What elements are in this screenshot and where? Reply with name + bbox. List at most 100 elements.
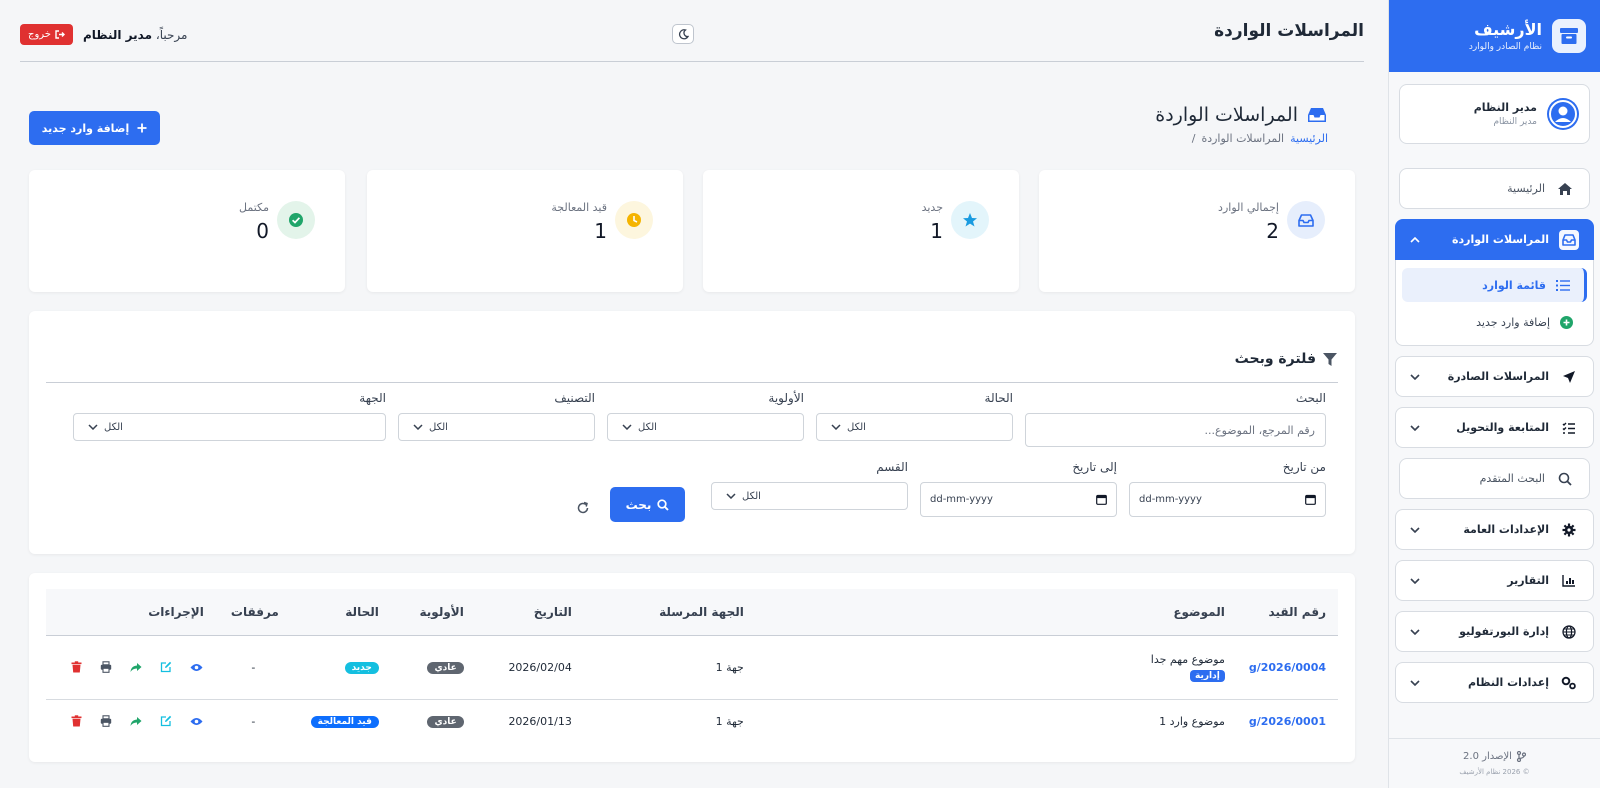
column-header-date[interactable]: التاريخ [475, 589, 584, 636]
department-label: القسم [876, 460, 908, 474]
sidebar-subitem-label: إضافة وارد جديد [1476, 315, 1550, 329]
subject-text: موضوع مهم جدا [1150, 652, 1225, 666]
sidebar-subitem-incoming-list[interactable]: قائمة الوارد [1402, 268, 1587, 302]
sidebar-item-label: البحث المتقدم [1479, 472, 1545, 485]
stat-label: مكتمل [239, 201, 269, 214]
edit-button[interactable] [159, 660, 174, 675]
department-select[interactable]: الكل [711, 482, 908, 510]
category-select[interactable]: الكل [398, 413, 595, 441]
edit-icon [161, 716, 172, 727]
chevron-down-icon [1410, 424, 1420, 431]
category-field: التصنيف الكل [398, 391, 595, 441]
calendar-icon [1096, 494, 1107, 505]
stat-value: 0 [256, 219, 269, 243]
status-select[interactable]: الكل [816, 413, 1013, 441]
sidebar-item-portfolio[interactable]: إدارة البورتفوليو [1395, 611, 1594, 652]
ref-link[interactable]: 2026/0001/g [1249, 715, 1326, 728]
home-icon [1555, 179, 1575, 199]
column-header-priority[interactable]: الأولوية [390, 589, 476, 636]
from-date-input[interactable]: dd-mm-yyyy [1129, 482, 1326, 517]
chevron-down-icon [1410, 526, 1420, 533]
priority-select-value: الكل [638, 421, 657, 433]
sidebar-item-followup[interactable]: المتابعة والتحويل [1395, 407, 1594, 448]
add-incoming-button[interactable]: إضافة وارد جديد [29, 111, 160, 145]
priority-badge: عادي [427, 662, 464, 674]
welcome-text: مرحباً، مدير النظام [83, 28, 187, 42]
filter-icon [1322, 352, 1338, 367]
column-header-attachments: مرفقات [215, 589, 291, 636]
breadcrumb-home[interactable]: الرئيسية [1290, 132, 1328, 145]
entity-select-value: الكل [104, 421, 123, 433]
search-button[interactable]: بحث [610, 487, 685, 522]
brand-subtitle: نظام الصادر والوارد [1468, 42, 1542, 52]
chevron-down-icon [1410, 679, 1420, 686]
plus-icon [137, 123, 147, 133]
chevron-down-icon [88, 424, 98, 430]
breadcrumb: الرئيسية المراسلات الواردة / [1155, 132, 1328, 145]
chevron-down-icon [726, 493, 736, 499]
topbar-title: المراسلات الواردة [1214, 20, 1364, 41]
filter-title: فلترة وبحث [1234, 351, 1316, 367]
priority-select[interactable]: الكل [607, 413, 804, 441]
sidebar-item-general-settings[interactable]: الإعدادات العامة [1395, 509, 1594, 550]
filter-header: فلترة وبحث [46, 336, 1338, 383]
add-incoming-label: إضافة وارد جديد [41, 121, 130, 135]
to-date-label: إلى تاريخ [1072, 460, 1117, 474]
incoming-table: رقم القيد الموضوع الجهة المرسلة التاريخ … [46, 589, 1338, 743]
print-button[interactable] [99, 660, 114, 675]
to-date-input[interactable]: dd-mm-yyyy [920, 482, 1117, 517]
table-card: رقم القيد الموضوع الجهة المرسلة التاريخ … [29, 573, 1355, 762]
code-branch-icon [1516, 751, 1526, 762]
delete-button[interactable] [69, 714, 84, 729]
chevron-up-icon [1410, 236, 1420, 243]
stat-card-total: إجمالي الوارد 2 [1039, 170, 1355, 292]
view-button[interactable] [189, 714, 204, 729]
sidebar-item-label: الرئيسية [1507, 182, 1545, 195]
print-button[interactable] [99, 714, 114, 729]
column-header-status[interactable]: الحالة [290, 589, 391, 636]
reset-filters-button[interactable] [574, 501, 590, 517]
column-header-actions: الإجراءات [46, 589, 216, 636]
table-row: 2026/0004/g موضوع مهم جدا إدارية جهة 1 2… [46, 635, 1338, 700]
stat-card-new: جديد 1 [703, 170, 1019, 292]
sidebar-item-reports[interactable]: التقارير [1395, 560, 1594, 601]
priority-label: الأولوية [768, 391, 804, 405]
sidebar-subitem-label: قائمة الوارد [1482, 278, 1546, 292]
sidebar-subitem-incoming-add[interactable]: إضافة وارد جديد [1402, 305, 1587, 339]
chevron-down-icon [831, 424, 841, 430]
theme-toggle-button[interactable] [672, 24, 694, 44]
edit-button[interactable] [159, 714, 174, 729]
date-cell: 2026/02/04 [475, 635, 584, 700]
chevron-down-icon [1410, 577, 1420, 584]
stat-value: 1 [930, 219, 943, 243]
search-icon [657, 498, 670, 511]
forward-button[interactable] [129, 660, 144, 675]
column-header-subject[interactable]: الموضوع [755, 589, 1237, 636]
sidebar-item-advanced-search[interactable]: البحث المتقدم [1399, 458, 1590, 499]
view-button[interactable] [189, 660, 204, 675]
search-label: البحث [1295, 391, 1326, 405]
table-row: 2026/0001/g موضوع وارد 1 جهة 1 2026/01/1… [46, 699, 1338, 743]
logout-button[interactable]: خروج [20, 24, 73, 45]
gears-icon [1559, 673, 1579, 693]
forward-button[interactable] [129, 714, 144, 729]
row-actions [58, 714, 204, 729]
inbox-icon [1287, 201, 1325, 239]
column-header-ref[interactable]: رقم القيد [1236, 589, 1338, 636]
sidebar-item-outgoing[interactable]: المراسلات الصادرة [1395, 356, 1594, 397]
ref-link[interactable]: 2026/0004/g [1249, 661, 1326, 674]
from-date-label: من تاريخ [1282, 460, 1326, 474]
row-actions [58, 660, 204, 675]
sidebar-item-label: المراسلات الصادرة [1447, 370, 1549, 383]
sidebar-item-incoming[interactable]: المراسلات الواردة [1395, 219, 1594, 260]
delete-button[interactable] [69, 660, 84, 675]
entity-select[interactable]: الكل [73, 413, 386, 441]
status-select-value: الكل [847, 421, 866, 433]
sidebar-item-home[interactable]: الرئيسية [1399, 168, 1590, 209]
brand-header[interactable]: الأرشيف نظام الصادر والوارد [1389, 0, 1600, 72]
column-header-sender[interactable]: الجهة المرسلة [583, 589, 756, 636]
user-card[interactable]: مدير النظام مدير النظام [1399, 84, 1590, 144]
user-role: مدير النظام [1493, 117, 1537, 127]
sidebar-item-system-settings[interactable]: إعدادات النظام [1395, 662, 1594, 703]
search-input[interactable]: رقم المرجع، الموضوع... [1025, 413, 1326, 447]
